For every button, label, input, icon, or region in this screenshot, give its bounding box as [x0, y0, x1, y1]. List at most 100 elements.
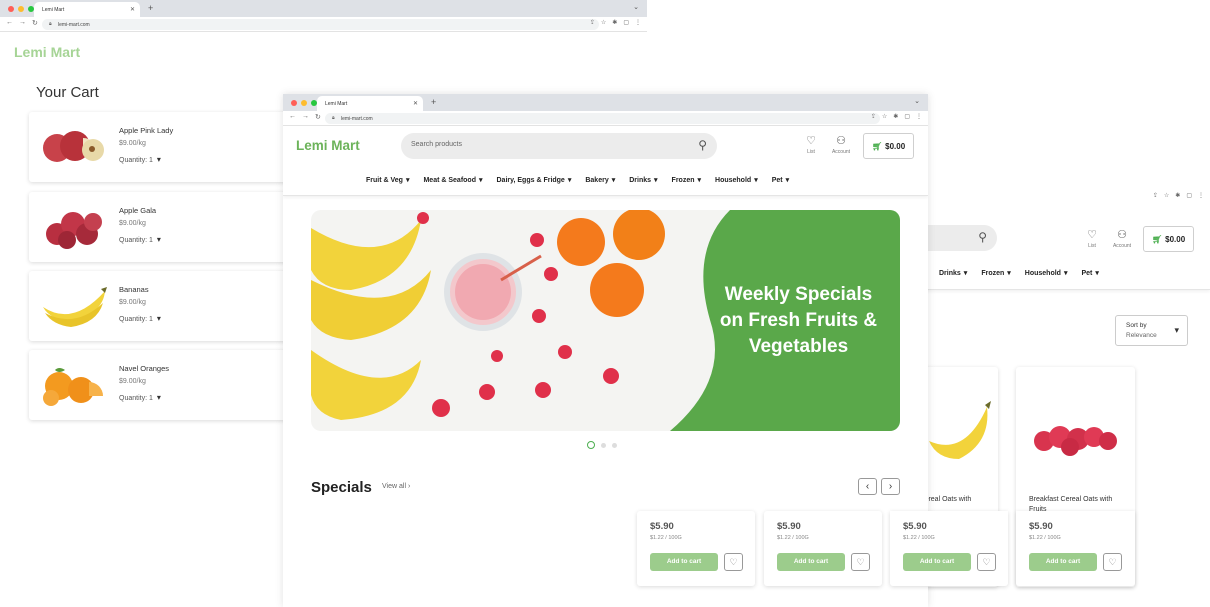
quantity-selector[interactable]: Quantity: 1 ▾: [119, 393, 161, 402]
cart-button[interactable]: 🛒︎ $0.00: [1143, 226, 1194, 252]
add-to-cart-button[interactable]: Add to cart: [903, 553, 971, 571]
tab-list-chevron-icon[interactable]: ⌄: [633, 3, 639, 11]
logo[interactable]: Lemi Mart: [14, 44, 80, 60]
logo[interactable]: Lemi Mart: [296, 138, 360, 153]
url-field[interactable]: 🔒︎ lemi-mart.com: [42, 19, 599, 30]
bananas-image: [929, 401, 991, 459]
category-frozen[interactable]: Frozen ▾: [981, 269, 1010, 277]
category-bakery[interactable]: Bakery ▾: [585, 176, 615, 184]
search-input[interactable]: Search products ⚲: [401, 133, 717, 159]
pager-dot[interactable]: [612, 442, 617, 448]
close-tab-icon[interactable]: ✕: [130, 6, 135, 13]
search-icon[interactable]: ⚲: [978, 230, 987, 244]
chevron-down-icon[interactable]: ▾: [157, 155, 161, 164]
list-link[interactable]: ♡ List: [794, 134, 828, 155]
share-icon[interactable]: ⇪: [1153, 192, 1158, 199]
tab-list-chevron-icon[interactable]: ⌄: [914, 97, 920, 105]
back-icon[interactable]: ←: [6, 19, 13, 27]
product-card[interactable]: $5.90 $1.22 / 100G Add to cart ♡: [637, 511, 755, 586]
quantity-selector[interactable]: Quantity: 1 ▾: [119, 235, 161, 244]
list-link[interactable]: ♡ List: [1075, 228, 1109, 249]
new-tab-icon[interactable]: +: [431, 97, 436, 107]
chevron-down-icon[interactable]: ▾: [157, 235, 161, 244]
category-household[interactable]: Household ▾: [715, 176, 758, 184]
forward-icon[interactable]: →: [19, 19, 26, 27]
chevron-down-icon[interactable]: ▾: [157, 314, 161, 323]
extensions-icon[interactable]: ✱: [612, 19, 617, 26]
category-frozen[interactable]: Frozen ▾: [672, 176, 701, 184]
minimize-window-button[interactable]: [18, 6, 24, 12]
address-bar: ← → ↻ 🔒︎ lemi-mart.com ⇪ ☆ ✱ ▢ ⋮: [0, 17, 647, 32]
favourite-button[interactable]: ♡: [1103, 553, 1122, 571]
url-field[interactable]: 🔒︎ lemi-mart.com: [325, 113, 880, 124]
cart-button[interactable]: 🛒︎ $0.00: [863, 133, 914, 159]
favourite-button[interactable]: ♡: [851, 553, 870, 571]
cart-item-price: $9.00/kg: [119, 299, 146, 306]
category-pet[interactable]: Pet ▾: [1081, 269, 1098, 277]
account-link[interactable]: ⚇ Account: [824, 134, 858, 155]
category-meat-seafood[interactable]: Meat & Seafood ▾: [423, 176, 482, 184]
url-text: lemi-mart.com: [341, 116, 373, 122]
category-pet[interactable]: Pet ▾: [772, 176, 789, 184]
category-drinks[interactable]: Drinks ▾: [939, 269, 967, 277]
view-all-link[interactable]: View all ›: [382, 483, 410, 490]
favourite-button[interactable]: ♡: [977, 553, 996, 571]
category-fruit-veg[interactable]: Fruit & Veg ▾: [366, 176, 409, 184]
extensions-icon[interactable]: ✱: [893, 113, 898, 120]
sort-dropdown[interactable]: Sort by Relevance ▾: [1115, 315, 1188, 346]
category-nav: Fruit & Veg ▾ Meat & Seafood ▾ Dairy, Eggs…: [366, 176, 789, 184]
close-window-button[interactable]: [291, 100, 297, 106]
sidebar-icon[interactable]: ▢: [904, 113, 910, 120]
section-title: Specials: [311, 479, 372, 496]
minimize-window-button[interactable]: [301, 100, 307, 106]
quantity-selector[interactable]: Quantity: 1 ▾: [119, 314, 161, 323]
pager-dot[interactable]: [601, 442, 606, 448]
share-icon[interactable]: ⇪: [590, 19, 595, 26]
quantity-selector[interactable]: Quantity: 1 ▾: [119, 155, 161, 164]
extensions-icon[interactable]: ✱: [1175, 192, 1180, 199]
close-tab-icon[interactable]: ✕: [413, 100, 418, 107]
account-link[interactable]: ⚇ Account: [1105, 228, 1139, 249]
browser-tab[interactable]: Lemi Mart ✕: [34, 2, 140, 17]
search-placeholder: Search products: [411, 141, 462, 148]
chevron-down-icon: ▾: [785, 177, 790, 184]
product-price: $5.90: [1029, 521, 1053, 532]
reload-icon[interactable]: ↻: [315, 113, 321, 121]
star-icon[interactable]: ☆: [1164, 192, 1169, 199]
add-to-cart-button[interactable]: Add to cart: [777, 553, 845, 571]
add-to-cart-button[interactable]: Add to cart: [650, 553, 718, 571]
tab-bar: Lemi Mart ✕ + ⌄: [283, 94, 928, 111]
category-drinks[interactable]: Drinks ▾: [629, 176, 657, 184]
cart-item-name: Apple Gala: [119, 206, 157, 215]
browser-tab[interactable]: Lemi Mart ✕: [317, 96, 423, 111]
close-window-button[interactable]: [8, 6, 14, 12]
cart-item: Apple Gala $9.00/kg Quantity: 1 ▾: [29, 192, 299, 262]
sidebar-icon[interactable]: ▢: [1186, 192, 1192, 199]
menu-icon[interactable]: ⋮: [1198, 192, 1204, 199]
sidebar-icon[interactable]: ▢: [623, 19, 629, 26]
favourite-button[interactable]: ♡: [724, 553, 743, 571]
back-icon[interactable]: ←: [289, 113, 296, 121]
category-dairy[interactable]: Dairy, Eggs & Fridge ▾: [497, 176, 572, 184]
hero-banner[interactable]: Weekly Specials on Fresh Fruits & Vegeta…: [311, 210, 900, 431]
product-card[interactable]: $5.90 $1.22 / 100G Add to cart ♡: [764, 511, 882, 586]
product-card[interactable]: $5.90 $1.22 / 100G Add to cart ♡: [1016, 511, 1135, 586]
heart-icon: ♡: [1087, 229, 1097, 241]
prev-arrow-button[interactable]: ‹: [858, 478, 877, 495]
reload-icon[interactable]: ↻: [32, 19, 38, 27]
search-icon[interactable]: ⚲: [698, 138, 707, 152]
chevron-down-icon[interactable]: ▾: [157, 393, 161, 402]
star-icon[interactable]: ☆: [882, 113, 887, 120]
menu-icon[interactable]: ⋮: [635, 19, 641, 26]
share-icon[interactable]: ⇪: [871, 113, 876, 120]
menu-icon[interactable]: ⋮: [916, 113, 922, 120]
star-icon[interactable]: ☆: [601, 19, 606, 26]
category-household[interactable]: Household ▾: [1025, 269, 1068, 277]
next-arrow-button[interactable]: ›: [881, 478, 900, 495]
new-tab-icon[interactable]: +: [148, 3, 153, 13]
pager-dot-active[interactable]: [587, 441, 595, 449]
add-to-cart-button[interactable]: Add to cart: [1029, 553, 1097, 571]
forward-icon[interactable]: →: [302, 113, 309, 121]
lock-icon: 🔒︎: [332, 115, 335, 121]
product-card[interactable]: $5.90 $1.22 / 100G Add to cart ♡: [890, 511, 1008, 586]
